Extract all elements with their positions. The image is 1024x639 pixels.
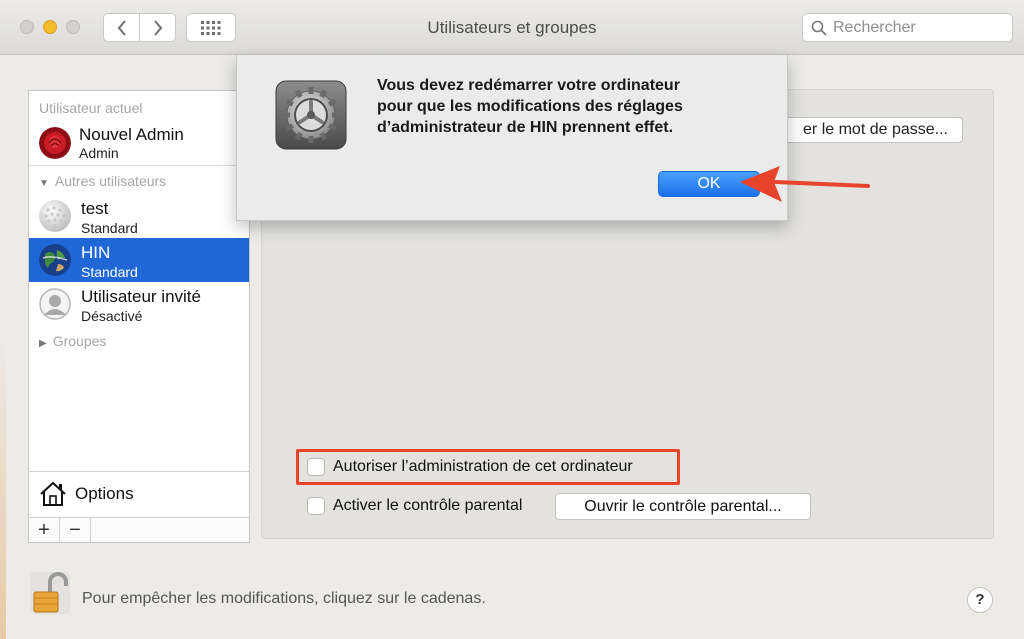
- user-role: Standard: [81, 264, 138, 280]
- user-name: Nouvel Admin: [79, 125, 184, 144]
- restart-alert-sheet: Vous devez redémarrer votre ordinateur p…: [236, 55, 788, 221]
- search-input[interactable]: [833, 18, 1003, 37]
- sidebar-toolbar: + −: [29, 517, 249, 542]
- user-role: Standard: [81, 220, 138, 236]
- user-name: HIN: [81, 243, 111, 262]
- user-role: Admin: [79, 145, 119, 161]
- guest-user-icon: [39, 288, 71, 320]
- gear-icon: [275, 80, 347, 150]
- annotation-arrow-icon: [740, 166, 870, 202]
- login-options-item[interactable]: Options: [29, 471, 249, 516]
- other-users-label: Autres utilisateurs: [54, 173, 167, 189]
- user-name: Utilisateur invité: [81, 287, 201, 306]
- user-row-test[interactable]: test Standard: [29, 194, 249, 238]
- options-label: Options: [75, 484, 134, 503]
- alert-message-line: Vous devez redémarrer votre ordinateur: [377, 77, 680, 94]
- desktop-edge: [0, 330, 6, 639]
- other-users-header[interactable]: ▼ Autres utilisateurs: [39, 173, 166, 189]
- user-row-hin[interactable]: HIN Standard: [29, 238, 249, 282]
- allow-admin-checkbox[interactable]: [307, 458, 325, 476]
- user-row-nouvel-admin[interactable]: Nouvel Admin Admin: [29, 121, 249, 165]
- search-icon: [811, 20, 827, 36]
- user-name: test: [81, 199, 109, 218]
- parental-control-checkbox[interactable]: [307, 497, 325, 515]
- disclosure-right-icon: ▶: [39, 338, 47, 349]
- disclosure-down-icon: ▼: [39, 178, 49, 189]
- alert-message-line: d’administrateur de HIN prennent effet.: [377, 119, 674, 136]
- rose-avatar-icon: [39, 127, 71, 159]
- title-bar: Utilisateurs et groupes: [0, 0, 1024, 55]
- alert-message-line: pour que les modifications des réglages: [377, 98, 683, 115]
- parental-control-label: Activer le contrôle parental: [333, 497, 523, 514]
- open-parental-control-button[interactable]: Ouvrir le contrôle parental...: [555, 493, 811, 520]
- search-field[interactable]: [802, 13, 1013, 42]
- help-button[interactable]: ?: [967, 587, 993, 613]
- users-sidebar: Utilisateur actuel Nouvel Admin Admin ▼ A…: [28, 90, 250, 543]
- lock-icon[interactable]: [28, 570, 72, 616]
- groups-label: Groupes: [52, 333, 107, 349]
- lock-message: Pour empêcher les modifications, cliquez…: [82, 590, 486, 607]
- earth-avatar-icon: [39, 244, 71, 276]
- allow-admin-label: Autoriser l’administration de cet ordina…: [333, 458, 633, 475]
- alert-message: Vous devez redémarrer votre ordinateur p…: [377, 75, 757, 138]
- user-role: Désactivé: [81, 308, 143, 324]
- divider: [29, 165, 249, 166]
- allow-admin-option: Autoriser l’administration de cet ordina…: [307, 458, 633, 476]
- parental-control-option: Activer le contrôle parental: [307, 497, 522, 515]
- current-user-header: Utilisateur actuel: [39, 100, 143, 116]
- groups-header[interactable]: ▶ Groupes: [39, 333, 106, 349]
- golf-ball-avatar-icon: [39, 200, 71, 232]
- add-user-button[interactable]: +: [29, 518, 60, 542]
- user-row-guest[interactable]: Utilisateur invité Désactivé: [29, 282, 249, 326]
- house-icon: [40, 481, 66, 506]
- remove-user-button[interactable]: −: [60, 518, 91, 542]
